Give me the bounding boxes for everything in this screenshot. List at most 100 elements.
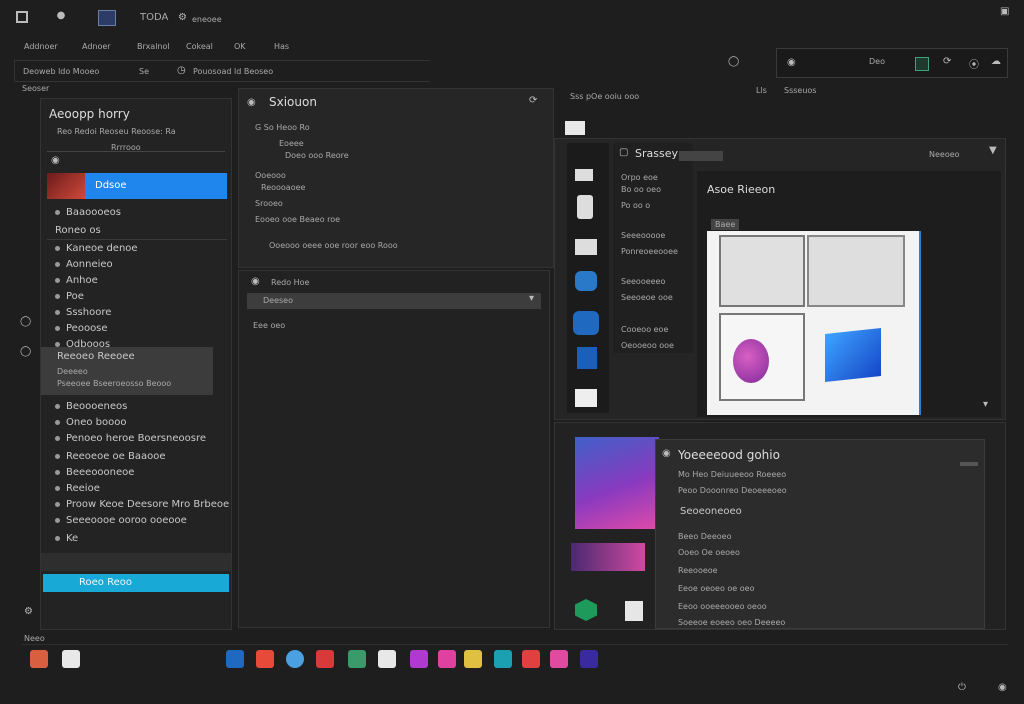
- blue-app-icon[interactable]: [573, 311, 599, 335]
- panel-tab[interactable]: [565, 121, 585, 135]
- path-tag[interactable]: Se: [139, 67, 149, 76]
- file-list-item[interactable]: Seeoeoe ooe: [621, 293, 673, 302]
- list-item[interactable]: Poe: [41, 289, 231, 305]
- list-item[interactable]: Ke: [41, 531, 231, 547]
- taskbar-icon[interactable]: [286, 650, 304, 668]
- window-icon[interactable]: [16, 11, 28, 23]
- menu-item-4[interactable]: OK: [234, 42, 246, 51]
- square-icon[interactable]: [575, 169, 593, 181]
- search-row[interactable]: ◉: [47, 151, 225, 171]
- blue-box-icon[interactable]: [577, 347, 597, 369]
- taskbar-icon[interactable]: [378, 650, 396, 668]
- grid-app-icon[interactable]: [625, 601, 643, 621]
- edge-icon[interactable]: ◯: [20, 316, 31, 327]
- taskbar-icon[interactable]: [494, 650, 512, 668]
- details-list-item[interactable]: Soeeoe eoeeo oeo Deeeeo: [678, 618, 785, 627]
- list-item[interactable]: Beeeoooneoe: [41, 465, 231, 481]
- document-icon[interactable]: ▢: [619, 147, 628, 158]
- menu-item-2[interactable]: Brxalnol: [137, 42, 170, 51]
- toolbar-field[interactable]: [679, 151, 723, 161]
- list-item[interactable]: Beoooeneos: [41, 399, 231, 415]
- file-list-item[interactable]: Bo oo oeo: [621, 185, 661, 194]
- green-app-icon[interactable]: [575, 599, 597, 621]
- taskbar-icon[interactable]: [522, 650, 540, 668]
- list-item[interactable]: Aonneieo: [41, 257, 231, 273]
- list-item[interactable]: Oneo boooo: [41, 415, 231, 431]
- taskbar-icon[interactable]: [62, 650, 80, 668]
- taskbar-icon[interactable]: [550, 650, 568, 668]
- list-item[interactable]: Anhoe: [41, 273, 231, 289]
- action-button-label: Roeo Reoo: [79, 577, 132, 588]
- details-section[interactable]: Seoeoneoeo: [680, 506, 742, 517]
- taskbar-icon[interactable]: [348, 650, 366, 668]
- list-item[interactable]: Kaneoe denoe: [41, 241, 231, 257]
- green-button[interactable]: [915, 57, 929, 71]
- list-item[interactable]: Proow Keoe Deesore Mro Brbeoe: [41, 497, 231, 513]
- details-list-item[interactable]: Reeooeoe: [678, 566, 718, 575]
- settings-icon[interactable]: ⦿: [969, 56, 979, 71]
- list-item[interactable]: Penoeo heroe Boersneoosre: [41, 431, 231, 447]
- menu-item-1[interactable]: Adnoer: [82, 42, 111, 51]
- list-item[interactable]: Peooose: [41, 321, 231, 337]
- taskbar-icon[interactable]: [256, 650, 274, 668]
- circle-icon[interactable]: ◯: [728, 56, 739, 67]
- list-item[interactable]: Reeoeoe oe Baaooe: [41, 449, 231, 465]
- taskbar-icon[interactable]: [226, 650, 244, 668]
- taskbar-icon[interactable]: [30, 650, 48, 668]
- taskbar-icon[interactable]: [438, 650, 456, 668]
- file-list-item[interactable]: Po oo o: [621, 201, 650, 210]
- menu-item-0[interactable]: Addnoer: [24, 42, 58, 51]
- pin-icon[interactable]: ▼: [989, 145, 997, 156]
- canvas[interactable]: [707, 231, 921, 415]
- selected-row[interactable]: Ddsoe: [47, 173, 227, 199]
- details-list-item[interactable]: Ooeo Oe oeoeo: [678, 548, 740, 557]
- file-list-item[interactable]: Seeeooooe: [621, 231, 665, 240]
- document-icon[interactable]: [577, 195, 593, 219]
- cloud-icon[interactable]: ☁: [991, 56, 1001, 67]
- file-list-item[interactable]: Seeooeeeo: [621, 277, 665, 286]
- refresh-icon[interactable]: ⟳: [943, 56, 951, 67]
- taskbar-icon[interactable]: [410, 650, 428, 668]
- list-item[interactable]: Baaoooeos: [41, 205, 231, 221]
- file-list-item[interactable]: Oeooeoo ooe: [621, 341, 674, 350]
- user-icon[interactable]: ●: [56, 10, 66, 24]
- cloud-app-icon[interactable]: [575, 271, 597, 291]
- details-list-item[interactable]: Eeoe oeoeo oe oeo: [678, 584, 754, 593]
- file-list-item[interactable]: Cooeoo eoe: [621, 325, 668, 334]
- minimize-icon[interactable]: ▣: [1000, 6, 1009, 17]
- folder-icon[interactable]: [575, 239, 597, 255]
- gear-icon[interactable]: ⚙: [24, 606, 33, 617]
- action-button[interactable]: Roeo Reoo: [43, 574, 229, 592]
- mid-input[interactable]: Deeseo ▾: [247, 293, 541, 309]
- file-list-item[interactable]: Ponreoeeooee: [621, 247, 678, 256]
- gear-icon[interactable]: ⚙: [178, 12, 187, 23]
- app-label: TODA: [140, 12, 169, 23]
- scroll-icon[interactable]: ▾: [983, 399, 988, 410]
- list-item[interactable]: Reeioe: [41, 481, 231, 497]
- file-list-item[interactable]: Orpo eoe: [621, 173, 658, 182]
- notification-icon[interactable]: ◉: [998, 682, 1007, 693]
- edge-icon[interactable]: ◯: [20, 346, 31, 357]
- taskbar-icon[interactable]: [580, 650, 598, 668]
- left-filter[interactable]: Reo Redoi Reoseu Reoose: Ra: [57, 127, 176, 136]
- list-item[interactable]: Roneo os: [41, 223, 231, 239]
- help-icon[interactable]: ◉: [787, 57, 796, 68]
- refresh-icon[interactable]: ⟳: [529, 95, 537, 106]
- canvas-tab[interactable]: Baee: [711, 219, 740, 230]
- menu-item-3[interactable]: Cokeal: [186, 42, 213, 51]
- mid-line: Srooeo: [255, 199, 283, 208]
- thumbnail-image: [47, 173, 85, 199]
- details-list-item[interactable]: Eeoo ooeeeooeo oeoo: [678, 602, 767, 611]
- taskbar-icon[interactable]: [316, 650, 334, 668]
- power-icon[interactable]: ⏻: [958, 682, 966, 693]
- small-preview: [571, 543, 645, 571]
- highlight-group[interactable]: Reeoeo Reeoee Deeeeo Pseeoee Bseeroeosso…: [41, 347, 213, 395]
- taskbar-icon[interactable]: [464, 650, 482, 668]
- list-item[interactable]: Seeeoooe ooroo ooeooe: [41, 513, 231, 529]
- app-icon[interactable]: [98, 10, 116, 26]
- list-item[interactable]: Ssshoore: [41, 305, 231, 321]
- details-list-item[interactable]: Beeo Deeoeo: [678, 532, 731, 541]
- white-box-icon[interactable]: [575, 389, 597, 407]
- menu-item-5[interactable]: Has: [274, 42, 289, 51]
- mid-line: Reoooaoee: [261, 183, 306, 192]
